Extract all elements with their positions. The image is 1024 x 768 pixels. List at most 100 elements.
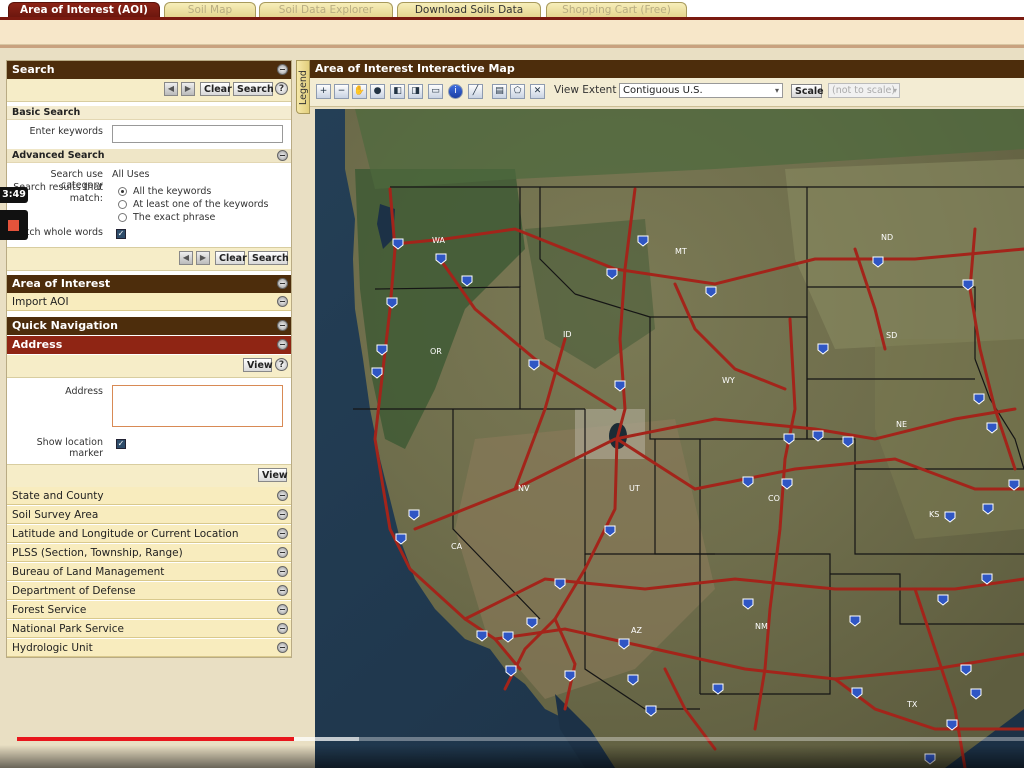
nav-plss[interactable]: PLSS (Section, Township, Range) [7,544,291,562]
zoom-out-icon[interactable]: − [334,84,349,99]
quick-navigation-header[interactable]: Quick Navigation [7,317,291,335]
view-extent-select[interactable]: Contiguous U.S. ▾ [619,83,783,98]
tab-shopping-cart[interactable]: Shopping Cart (Free) [546,2,687,17]
stop-recording-button[interactable] [0,210,28,240]
nav-forest-service[interactable]: Forest Service [7,601,291,619]
pan-hand-icon[interactable]: ✋ [352,84,367,99]
nav-dod[interactable]: Department of Defense [7,582,291,600]
expand-icon[interactable] [277,604,288,615]
keywords-input[interactable] [112,125,283,143]
nav-blm[interactable]: Bureau of Land Management [7,563,291,581]
state-label-wa: WA [432,236,445,245]
legend-label: Legend [298,70,309,105]
import-aoi-label: Import AOI [12,296,69,308]
full-extent-globe-icon[interactable]: ● [370,84,385,99]
nav-item-label: Forest Service [12,604,87,616]
expand-icon[interactable] [277,585,288,596]
import-aoi-row[interactable]: Import AOI [7,293,291,311]
tab-soil-map[interactable]: Soil Map [164,2,256,17]
advanced-search-header[interactable]: Advanced Search [7,149,291,163]
state-label-id: ID [563,330,572,339]
help-icon[interactable]: ? [275,82,288,95]
expand-icon[interactable] [277,547,288,558]
video-progress-bar[interactable] [17,737,1024,741]
state-label-mt: MT [675,247,687,256]
nav-item-label: PLSS (Section, Township, Range) [12,547,183,559]
nav-state-and-county[interactable]: State and County [7,487,291,505]
left-panel: Search ◀ ▶ Clear Search ? Basic Search E… [6,60,292,658]
nav-hydrologic-unit[interactable]: Hydrologic Unit [7,639,291,657]
identify-info-icon[interactable]: i [448,84,463,99]
define-aoi-polygon-icon[interactable]: ⬠ [510,84,525,99]
forward-arrow-icon[interactable]: ▶ [196,251,210,265]
address-title: Address [12,338,63,351]
clear-button-bottom[interactable]: Clear [215,251,247,265]
tab-area-of-interest[interactable]: Area of Interest (AOI) [8,2,160,17]
view-button-top[interactable]: View [243,358,273,372]
video-played-bar [17,737,294,741]
forward-arrow-icon[interactable]: ▶ [181,82,195,96]
address-help-icon[interactable]: ? [275,358,288,371]
scale-button[interactable]: Scale [791,84,824,98]
expand-icon[interactable] [277,528,288,539]
interactive-map[interactable]: WA OR ID MT ND SD WY NE NV UT CO KS CA A… [315,109,1024,768]
search-title: Search [12,63,55,76]
search-toolbar: ◀ ▶ Clear Search ? [7,79,291,102]
measure-ruler-icon[interactable]: ╱ [468,84,483,99]
search-button[interactable]: Search [233,82,274,96]
expand-icon[interactable] [277,566,288,577]
search-button-bottom[interactable]: Search [248,251,289,265]
define-aoi-rectangle-icon[interactable]: ▭ [428,84,443,99]
radio-all-keywords[interactable] [118,187,127,196]
scale-select[interactable]: (not to scale) ▾ [828,83,900,98]
print-icon[interactable]: ▤ [492,84,507,99]
match-whole-words-checkbox[interactable]: ✓ [116,229,126,239]
collapse-address-icon[interactable] [277,339,288,350]
area-of-interest-header[interactable]: Area of Interest [7,275,291,293]
expand-icon[interactable] [277,623,288,634]
address-textarea[interactable] [112,385,283,427]
state-label-ca: CA [451,542,463,551]
expand-icon[interactable] [277,642,288,653]
legend-tab[interactable]: Legend [296,60,310,114]
nav-national-park-service[interactable]: National Park Service [7,620,291,638]
next-extent-icon[interactable]: ◨ [408,84,423,99]
nav-item-label: National Park Service [12,623,124,635]
use-category-value[interactable]: All Uses [112,169,150,180]
radio-exact-phrase[interactable] [118,213,127,222]
tab-soil-data-explorer[interactable]: Soil Data Explorer [259,2,393,17]
show-marker-checkbox[interactable]: ✓ [116,439,126,449]
quick-navigation-title: Quick Navigation [12,319,118,332]
clear-aoi-icon[interactable]: ✕ [530,84,545,99]
header-banner [0,20,1024,45]
expand-icon[interactable] [277,490,288,501]
collapse-quick-nav-icon[interactable] [277,320,288,331]
address-toolbar-bottom: View [7,464,291,488]
address-header[interactable]: Address [7,336,291,354]
banner-divider [0,45,1024,48]
clear-button[interactable]: Clear [200,82,232,96]
collapse-search-icon[interactable] [277,64,288,75]
collapse-advanced-icon[interactable] [277,150,288,161]
expand-icon[interactable] [277,509,288,520]
radio-all-keywords-label: All the keywords [133,186,212,197]
zoom-in-icon[interactable]: + [316,84,331,99]
back-arrow-icon[interactable]: ◀ [164,82,178,96]
search-header[interactable]: Search [7,61,291,79]
video-controls [0,745,1024,768]
keywords-label: Enter keywords [29,126,103,137]
show-marker-label: Show location [36,437,103,448]
previous-extent-icon[interactable]: ◧ [390,84,405,99]
radio-at-least-one[interactable] [118,200,127,209]
tab-download-soils-data[interactable]: Download Soils Data [397,2,541,17]
back-arrow-icon[interactable]: ◀ [179,251,193,265]
nav-lat-long[interactable]: Latitude and Longitude or Current Locati… [7,525,291,543]
expand-import-aoi-icon[interactable] [277,296,288,307]
map-canvas[interactable]: WA OR ID MT ND SD WY NE NV UT CO KS CA A… [315,109,1024,768]
nav-item-label: Soil Survey Area [12,509,99,521]
view-button[interactable]: View [258,468,288,482]
collapse-aoi-icon[interactable] [277,278,288,289]
show-marker-label-2: marker [69,448,103,459]
nav-soil-survey-area[interactable]: Soil Survey Area [7,506,291,524]
advanced-search-title: Advanced Search [12,150,105,161]
